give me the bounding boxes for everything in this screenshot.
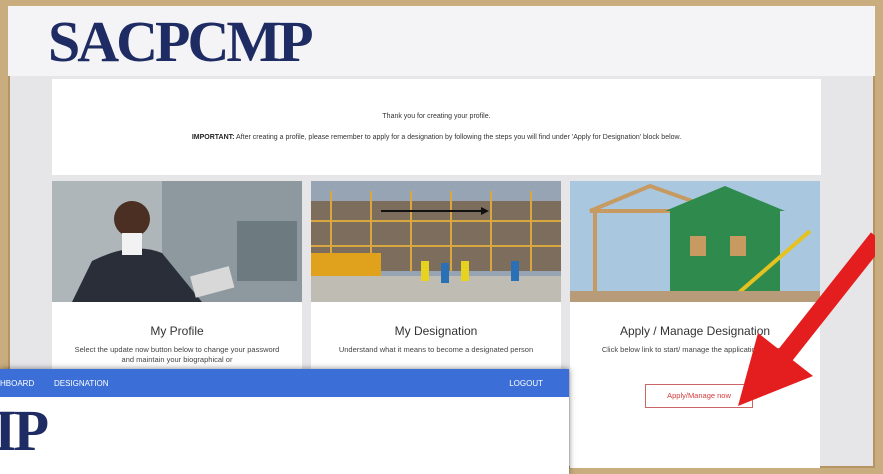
my-profile-title: My Profile [150,324,204,338]
my-designation-title: My Designation [394,324,478,338]
notice-thanks: Thank you for creating your profile. [382,113,491,120]
overlay-dashboard-screenshot: HBOARD DESIGNATION LOGOUT IP [0,369,569,474]
construction-site-image [311,181,561,302]
overlay-logo: IP [0,398,49,463]
nav-designation-link[interactable]: DESIGNATION [54,379,109,388]
logout-link[interactable]: LOGOUT [509,379,543,388]
notice-important-text: After creating a profile, please remembe… [234,134,682,141]
sacpcmp-logo: SACPCMP [48,9,314,74]
red-arrow-icon [738,232,875,406]
logo-bar: SACPCMP [8,6,875,76]
top-navbar: HBOARD DESIGNATION LOGOUT [0,369,569,397]
profile-notice: Thank you for creating your profile. IMP… [52,79,821,175]
my-designation-description: Understand what it means to become a des… [338,345,534,354]
notice-important: IMPORTANT: After creating a profile, ple… [52,134,821,141]
nav-dashboard-link[interactable]: HBOARD [0,379,34,388]
my-profile-description: Select the update now button below to ch… [74,345,280,364]
notice-important-label: IMPORTANT: [191,134,235,141]
businessman-tablet-image [52,181,302,302]
